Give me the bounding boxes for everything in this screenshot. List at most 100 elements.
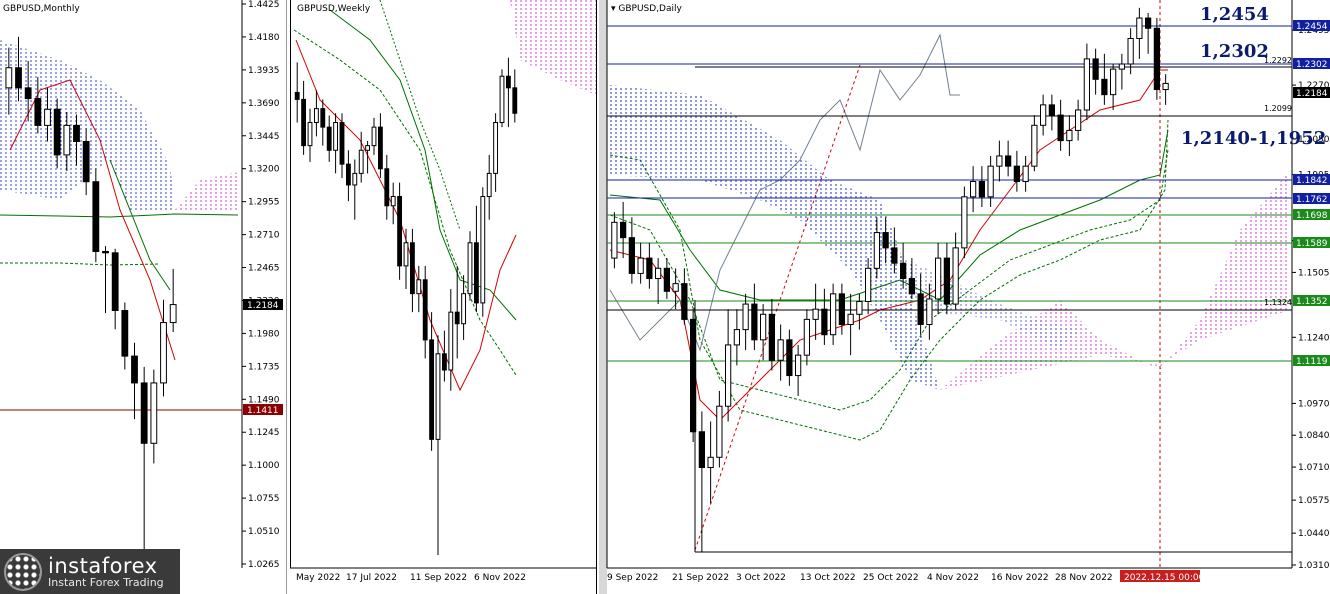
daily-candle-body: [672, 283, 679, 292]
daily-title: ▾ GBPUSD,Daily: [611, 4, 683, 14]
weekly-candle-body: [333, 122, 339, 151]
weekly-candle-body: [486, 172, 492, 198]
daily-candle-body: [663, 267, 670, 292]
daily-candle-body: [777, 339, 784, 361]
weekly-candle-body: [416, 279, 422, 295]
daily-x-label-2: 3 Oct 2022: [736, 573, 786, 583]
daily-candle-body: [768, 313, 775, 361]
daily-price-label: 1.2184: [1296, 89, 1328, 99]
daily-candle-body: [655, 267, 662, 280]
daily-x-axis: 9 Sep 2022 21 Sep 2022 3 Oct 2022 13 Oct…: [607, 570, 1205, 583]
monthly-candle-body: [53, 108, 61, 156]
daily-candle-body: [830, 293, 837, 336]
monthly-y-tick-label: 1.0510: [248, 527, 280, 537]
daily-x-label-7: 28 Nov 2022: [1055, 573, 1113, 583]
weekly-candle-body: [358, 149, 364, 174]
daily-candle-body: [1118, 63, 1125, 70]
daily-candle-body: [1013, 165, 1020, 182]
daily-candle-body: [733, 329, 740, 346]
annotation-1-2454: 1,2454: [1200, 4, 1269, 25]
weekly-candles: [294, 57, 518, 555]
instaforex-logo-icon: [4, 552, 42, 591]
small-label-1-1324: 1.1324: [1264, 298, 1292, 307]
monthly-y-tick-label: 1.1000: [248, 461, 280, 471]
weekly-x-label-0: May 2022: [296, 573, 340, 583]
weekly-candle-body: [422, 279, 428, 341]
monthly-candle-body: [44, 108, 51, 126]
daily-y-tick-label: 1.0310: [1298, 561, 1330, 571]
daily-candle-body: [1031, 124, 1038, 167]
daily-candle-body: [952, 247, 959, 305]
monthly-candle-body: [63, 124, 71, 156]
weekly-candle-body: [435, 353, 441, 440]
monthly-candle-body: [131, 355, 138, 384]
level-label-1-1762: 1.1762: [1296, 195, 1328, 205]
small-label-1-2099: 1.2099: [1264, 104, 1292, 113]
monthly-candle-body: [150, 382, 158, 444]
level-label-1-1842: 1.1842: [1296, 176, 1328, 186]
monthly-candle-body: [24, 87, 32, 100]
monthly-y-tick-label: 1.4425: [248, 0, 280, 10]
weekly-candle-body: [371, 126, 377, 147]
weekly-candle-body: [377, 126, 383, 170]
daily-candle-body: [742, 303, 749, 331]
daily-candle-body: [1110, 68, 1117, 96]
level-label-1-2302: 1.2302: [1296, 60, 1328, 70]
monthly-candle-body: [92, 181, 100, 252]
weekly-candle-body: [390, 196, 396, 207]
daily-candle-body: [882, 232, 889, 249]
daily-x-label-0: 9 Sep 2022: [607, 573, 658, 583]
level-label-1-1589: 1.1589: [1296, 239, 1328, 249]
weekly-candle-body: [326, 126, 332, 151]
weekly-candle-body: [352, 172, 358, 186]
weekly-candle-body: [448, 311, 454, 371]
instaforex-logo: instaforex Instant Forex Trading: [0, 549, 180, 594]
monthly-y-tick-label: 1.1490: [248, 395, 280, 405]
daily-candle-body: [865, 267, 872, 303]
daily-x-label-6: 16 Nov 2022: [991, 573, 1049, 583]
daily-candle-body: [1075, 109, 1082, 131]
monthly-candle-body: [121, 309, 129, 357]
weekly-candle-body: [505, 75, 511, 89]
monthly-y-tick-label: 1.1980: [248, 329, 280, 339]
weekly-candle-body: [473, 242, 479, 304]
daily-x-label-1: 21 Sep 2022: [672, 573, 729, 583]
daily-candle-body: [838, 293, 845, 325]
daily-candle-body: [908, 278, 915, 295]
monthly-candle-body: [15, 67, 22, 89]
monthly-y-tick-label: 1.3200: [248, 165, 280, 175]
daily-candle-body: [1162, 82, 1169, 91]
daily-candle-body: [1057, 114, 1064, 142]
daily-y-tick-label: 1.0710: [1298, 463, 1330, 473]
weekly-x-label-3: 6 Nov 2022: [474, 573, 526, 583]
daily-candle-body: [943, 257, 950, 305]
monthly-title: GBPUSD,Monthly: [3, 4, 80, 14]
daily-candle-body: [681, 283, 688, 320]
daily-candle-body: [751, 303, 758, 341]
daily-x-label-4: 25 Oct 2022: [863, 573, 919, 583]
monthly-y-tick-label: 1.0755: [248, 494, 280, 504]
weekly-candle-body: [480, 196, 486, 304]
panel-divider-2: [599, 0, 607, 594]
daily-candle-body: [1127, 37, 1134, 65]
weekly-ichimoku: [293, 0, 596, 392]
daily-candle-body: [935, 257, 942, 300]
monthly-candle-body: [34, 98, 42, 126]
daily-candle-body: [795, 354, 802, 377]
monthly-candle-body: [160, 322, 167, 384]
daily-candle-body: [970, 180, 977, 198]
weekly-candle-body: [441, 353, 447, 371]
weekly-title: GBPUSD,Weekly: [297, 4, 371, 14]
daily-candle-body: [716, 405, 723, 458]
daily-y-tick-label: 1.0575: [1298, 496, 1330, 506]
daily-level-labels: 1.2454 1.2302 1.2184 1.1842 1.1762 1.169…: [1293, 20, 1330, 367]
daily-candle-body: [1101, 78, 1108, 96]
daily-candle-body: [1066, 129, 1073, 142]
daily-candle-body: [873, 232, 880, 269]
weekly-candle-body: [467, 242, 473, 295]
chart-canvas: GBPUSD,Monthly GBPUSD,Weekly ▾ GBPUSD,Da…: [0, 0, 1330, 594]
monthly-y-tick-label: 1.0265: [248, 560, 280, 570]
daily-ichimoku: [609, 0, 1292, 568]
daily-candle-body: [698, 431, 705, 469]
daily-candle-body: [891, 247, 898, 264]
